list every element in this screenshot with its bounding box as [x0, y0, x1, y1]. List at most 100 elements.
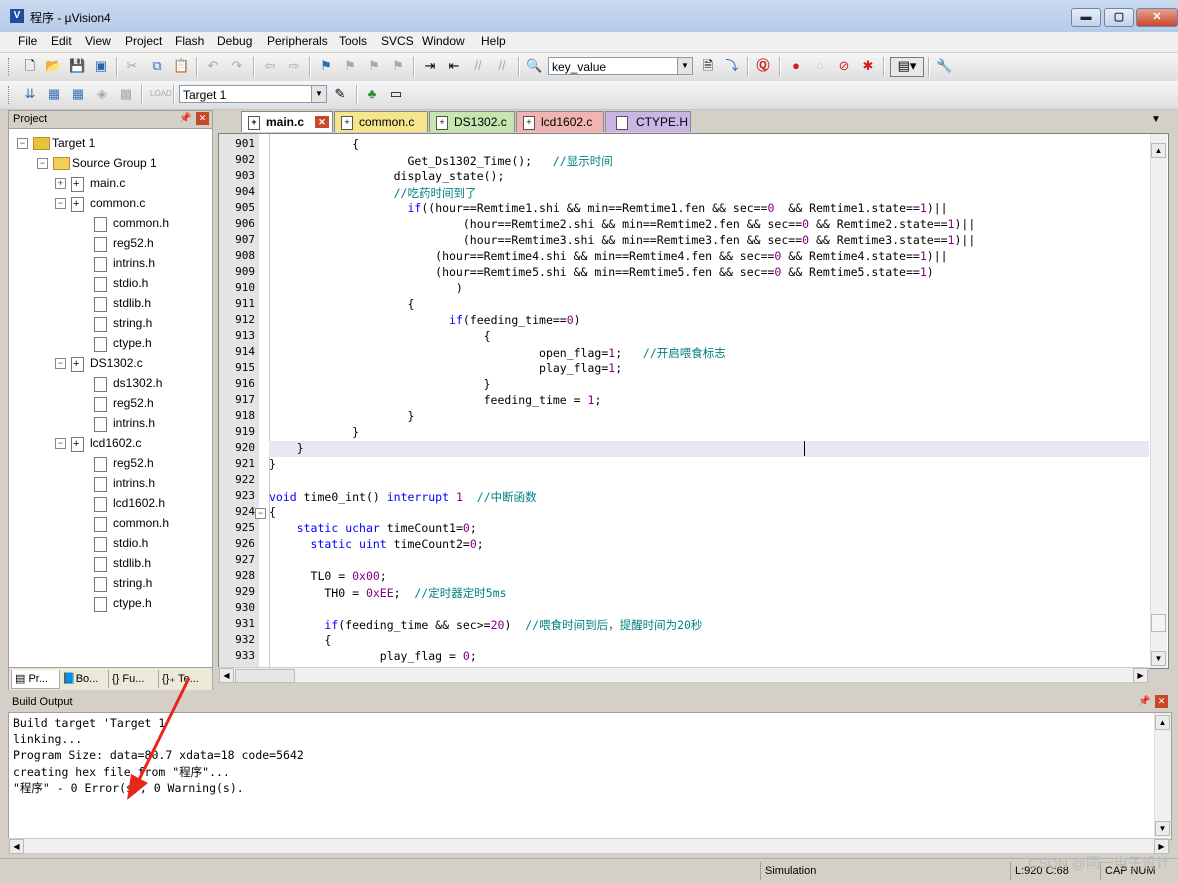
code-line[interactable]: display_state(); [269, 169, 505, 183]
chevron-down-icon[interactable]: ▼ [677, 58, 692, 74]
tab-project[interactable]: ▤ Pr... [11, 670, 60, 689]
code-line[interactable]: (hour==Remtime3.shi && min==Remtime3.fen… [269, 233, 975, 247]
uvision-icon[interactable]: V [10, 9, 24, 23]
scroll-thumb[interactable] [1151, 614, 1166, 632]
build-horizontal-scrollbar[interactable]: ◀ ▶ [8, 838, 1170, 854]
bookmark-toggle-icon[interactable]: ⚑ [318, 58, 334, 74]
tree-item[interactable]: ds1302.h [9, 374, 209, 392]
menu-debug[interactable]: Debug [217, 34, 252, 48]
tab-lcd1602-c[interactable]: + lcd1602.c [516, 111, 604, 132]
maximize-button[interactable]: ▢ [1104, 8, 1134, 27]
tree-item[interactable]: ctype.h [9, 594, 209, 612]
tree-item[interactable]: lcd1602.h [9, 494, 209, 512]
close-button[interactable]: ✕ [1136, 8, 1178, 27]
menu-peripherals[interactable]: Peripherals [267, 34, 328, 48]
expand-toggle-icon[interactable]: + [55, 178, 66, 189]
comment-icon[interactable]: // [470, 58, 486, 74]
code-line[interactable]: { [269, 297, 414, 311]
scroll-up-icon[interactable]: ▲ [1151, 143, 1166, 158]
build-output[interactable]: Build target 'Target 1' linking... Program… [8, 712, 1172, 840]
tree-item[interactable]: − common.c [9, 194, 209, 213]
tree-item[interactable]: reg52.h [9, 394, 209, 412]
editor-horizontal-scrollbar[interactable]: ◀ ▶ [218, 667, 1149, 683]
batch-build-icon[interactable]: ◈ [94, 86, 110, 102]
bookmark-clear-icon[interactable]: ⚑ [390, 58, 406, 74]
fold-toggle-icon[interactable]: − [255, 508, 266, 519]
select-packs-icon[interactable]: ▭ [388, 86, 404, 102]
code-line[interactable]: } [269, 425, 359, 439]
unindent-icon[interactable]: ⇤ [446, 58, 462, 74]
copy-icon[interactable]: ⧉ [149, 58, 165, 74]
tree-item[interactable]: string.h [9, 314, 209, 332]
tree-item[interactable]: stdlib.h [9, 294, 209, 312]
tree-item[interactable]: stdlib.h [9, 554, 209, 572]
code-line[interactable]: } [269, 409, 414, 423]
breakpoint-insert-icon[interactable]: ● [788, 58, 804, 74]
code-line[interactable]: (hour==Remtime4.shi && min==Remtime4.fen… [269, 249, 947, 263]
target-options-icon[interactable]: ✎ [332, 86, 348, 102]
code-line[interactable]: if((hour==Remtime1.shi && min==Remtime1.… [269, 201, 947, 215]
tree-item[interactable]: intrins.h [9, 254, 209, 272]
code-line[interactable]: Get_Ds1302_Time(); //显示时间 [269, 153, 612, 169]
scroll-right-icon[interactable]: ▶ [1154, 839, 1169, 854]
code-line[interactable]: } [269, 457, 276, 471]
scroll-down-icon[interactable]: ▼ [1155, 821, 1170, 836]
tree-item[interactable]: reg52.h [9, 454, 209, 472]
expand-toggle-icon[interactable]: − [55, 438, 66, 449]
download-icon[interactable]: LOAD [150, 86, 172, 102]
toolbar-grip[interactable] [8, 58, 12, 76]
code-line[interactable]: TL0 = 0x00; [269, 569, 387, 583]
build-icon[interactable]: ▦ [46, 86, 62, 102]
code-line[interactable]: play_flag=1; [269, 361, 622, 375]
editor-vertical-scrollbar[interactable]: ▲ ▼ [1150, 134, 1167, 668]
menu-view[interactable]: View [85, 34, 111, 48]
tree-item[interactable]: − Source Group 1 [9, 154, 209, 172]
code-line[interactable]: if(feeding_time==0) [269, 313, 581, 327]
toolbar-grip[interactable] [8, 86, 12, 104]
tab-books[interactable]: 📘Bo... [59, 670, 109, 688]
code-line[interactable]: { [269, 505, 276, 519]
code-line[interactable]: static uchar timeCount1=0; [269, 521, 477, 535]
find-icon[interactable]: 🗎 [700, 58, 716, 74]
code-line[interactable]: static uint timeCount2=0; [269, 537, 484, 551]
build-vertical-scrollbar[interactable]: ▲ ▼ [1154, 713, 1171, 837]
code-line[interactable]: void time0_int() interrupt 1 //中断函数 [269, 489, 537, 505]
tree-item[interactable]: − Target 1 [9, 134, 209, 152]
stop-build-icon[interactable]: ▩ [118, 86, 134, 102]
manage-components-icon[interactable]: ♣ [364, 86, 380, 102]
breakpoint-enable-icon[interactable]: ○ [812, 58, 828, 74]
expand-toggle-icon[interactable]: − [17, 138, 28, 149]
new-file-icon[interactable]: 🗋 [22, 58, 38, 74]
indent-icon[interactable]: ⇥ [422, 58, 438, 74]
bookmark-prev-icon[interactable]: ⚑ [342, 58, 358, 74]
tree-item[interactable]: intrins.h [9, 414, 209, 432]
tree-item[interactable]: stdio.h [9, 274, 209, 292]
redo-icon[interactable]: ↷ [229, 58, 245, 74]
code-line[interactable]: } [269, 377, 491, 391]
code-line[interactable]: { [269, 329, 491, 343]
configure-icon[interactable]: 🔧 [936, 58, 952, 74]
code-line[interactable]: //吃药时间到了 [269, 185, 477, 201]
expand-toggle-icon[interactable]: − [37, 158, 48, 169]
tree-item[interactable]: + main.c [9, 174, 209, 193]
tab-templates[interactable]: {}₊ Te... [159, 670, 213, 688]
nav-forward-icon[interactable]: ⇨ [286, 58, 302, 74]
breakpoint-kill-all-icon[interactable]: ✱ [860, 58, 876, 74]
menu-tools[interactable]: Tools [339, 34, 367, 48]
tab-common-c[interactable]: + common.c [334, 111, 428, 132]
window-layout-dropdown[interactable]: ▤▾ [890, 57, 924, 77]
expand-toggle-icon[interactable]: − [55, 198, 66, 209]
code-line[interactable]: { [269, 137, 359, 151]
tree-item[interactable]: common.h [9, 214, 209, 232]
expand-toggle-icon[interactable]: − [55, 358, 66, 369]
code-line[interactable]: TH0 = 0xEE; //定时器定时5ms [269, 585, 506, 601]
tabs-menu-chevron-icon[interactable]: ▼ [1151, 114, 1161, 125]
code-line[interactable]: (hour==Remtime5.shi && min==Remtime5.fen… [269, 265, 934, 279]
save-icon[interactable]: 💾 [69, 58, 85, 74]
code-line[interactable]: feeding_time = 1; [269, 393, 602, 407]
chevron-down-icon[interactable]: ▼ [311, 86, 326, 102]
debug-session-icon[interactable]: Ⓠ [755, 58, 771, 74]
paste-icon[interactable]: 📋 [173, 58, 189, 74]
tree-item[interactable]: string.h [9, 574, 209, 592]
tree-item[interactable]: common.h [9, 514, 209, 532]
